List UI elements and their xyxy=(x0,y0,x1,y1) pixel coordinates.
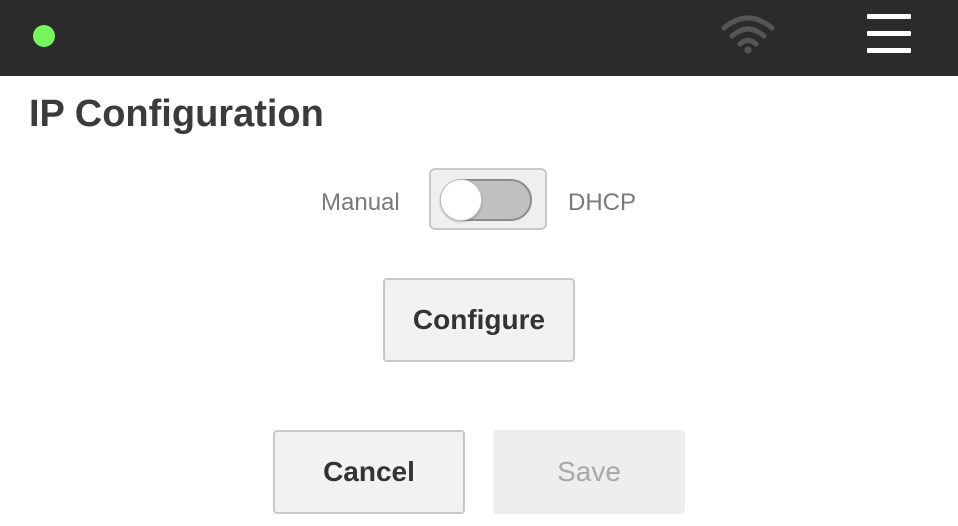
dhcp-label: DHCP xyxy=(568,189,637,216)
wifi-icon xyxy=(721,15,775,54)
toggle-knob[interactable] xyxy=(440,179,482,221)
configure-button[interactable]: Configure xyxy=(383,278,575,362)
page-title: IP Configuration xyxy=(29,93,324,135)
manual-label: Manual xyxy=(321,189,400,216)
hamburger-menu-icon[interactable] xyxy=(860,12,918,56)
save-button[interactable]: Save xyxy=(493,430,685,514)
manual-dhcp-toggle[interactable] xyxy=(429,168,547,230)
status-indicator-icon xyxy=(33,25,55,47)
cancel-button[interactable]: Cancel xyxy=(273,430,465,514)
top-bar xyxy=(0,0,958,76)
